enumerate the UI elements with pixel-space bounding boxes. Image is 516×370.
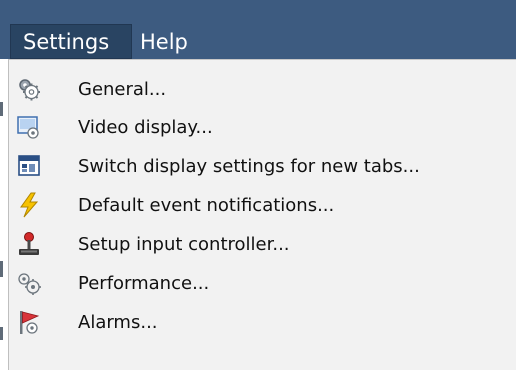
background-edge-mark <box>0 102 3 116</box>
alarm-flag-icon <box>16 309 42 335</box>
menu-item-label: Setup input controller... <box>78 233 290 255</box>
menu-item-general[interactable]: General... <box>9 70 516 108</box>
menubar: Settings Help <box>0 0 516 59</box>
menu-item-setup-input-controller[interactable]: Setup input controller... <box>9 225 516 263</box>
background-edge-mark <box>0 327 3 340</box>
menu-item-video-display[interactable]: Video display... <box>9 108 516 146</box>
menu-item-label: Switch display settings for new tabs... <box>78 155 420 177</box>
gear-icon <box>16 76 42 102</box>
menu-item-label: Performance... <box>78 272 210 294</box>
menu-item-default-event-notifications[interactable]: Default event notifications... <box>9 186 516 224</box>
lightning-icon <box>16 192 42 218</box>
menu-item-switch-display-settings[interactable]: Switch display settings for new tabs... <box>9 147 516 185</box>
settings-dropdown-menu: General... Video display... Switch displ… <box>8 59 516 370</box>
menu-item-alarms[interactable]: Alarms... <box>9 303 516 341</box>
video-display-icon <box>16 114 42 140</box>
performance-gears-icon <box>16 270 42 296</box>
menu-item-label: General... <box>78 78 167 100</box>
background-edge-mark <box>0 261 3 277</box>
switch-display-icon <box>16 153 42 179</box>
help-menu[interactable]: Help <box>132 24 210 59</box>
menu-item-performance[interactable]: Performance... <box>9 264 516 302</box>
menu-item-label: Video display... <box>78 116 213 138</box>
background-window-edge <box>0 59 8 370</box>
menu-item-label: Default event notifications... <box>78 194 335 216</box>
joystick-icon <box>16 231 42 257</box>
settings-menu[interactable]: Settings <box>10 24 132 59</box>
app-window: Settings Help General... Video display..… <box>0 0 516 370</box>
menu-item-label: Alarms... <box>78 311 158 333</box>
